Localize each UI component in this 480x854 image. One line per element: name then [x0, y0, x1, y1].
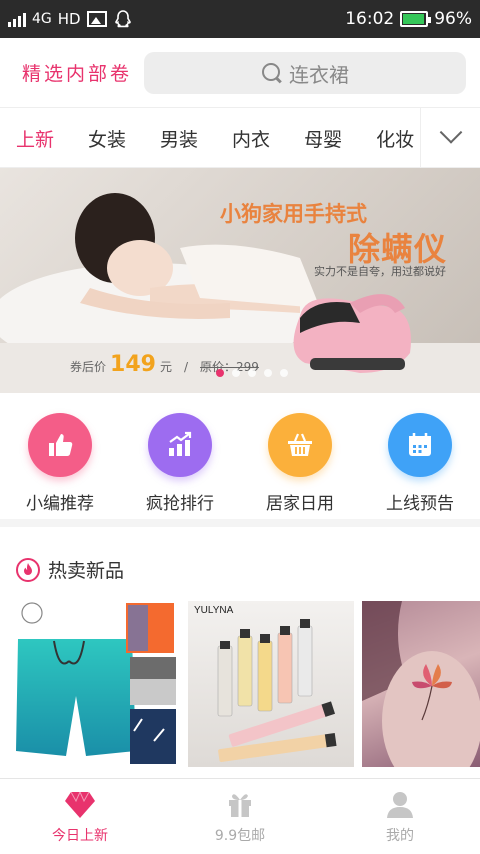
search-icon [261, 62, 283, 84]
status-bar: 4G HD 16:02 96% [0, 0, 480, 38]
quick-label: 居家日用 [266, 494, 334, 514]
carousel-indicator [216, 369, 288, 377]
quick-item-preview[interactable]: 上线预告 [360, 393, 480, 519]
thumbs-up-icon [28, 413, 92, 477]
basket-icon [268, 413, 332, 477]
carousel-dot[interactable] [264, 369, 272, 377]
network-type: 4G [32, 11, 52, 27]
quick-menu: 小编推荐 疯抢排行 居家日用 上线预告 [0, 393, 480, 527]
user-icon [387, 791, 413, 818]
product-card[interactable] [14, 601, 180, 767]
price-prefix: 券后价 [70, 360, 107, 374]
category-tabs: 上新 女装 男装 内衣 母婴 化妆 [0, 108, 480, 168]
calendar-icon [388, 413, 452, 477]
tab-0[interactable]: 上新 [13, 125, 57, 167]
qq-icon [114, 10, 131, 28]
hd-indicator: HD [57, 10, 81, 28]
bottom-nav: 今日上新 9.9包邮 我的 [0, 778, 480, 854]
flame-icon [16, 557, 40, 582]
price-separator: / [183, 360, 189, 374]
quick-label: 上线预告 [386, 494, 454, 514]
chart-up-icon [148, 413, 212, 477]
tab-2[interactable]: 男装 [160, 125, 198, 152]
signal-icon [8, 11, 26, 27]
top-header: 精选内部卷 连衣裙 [0, 38, 480, 108]
tab-1[interactable]: 女装 [88, 125, 126, 152]
heart-icon [65, 790, 95, 818]
expand-categories-button[interactable] [420, 108, 480, 167]
image-icon [86, 11, 107, 27]
clock: 16:02 [345, 9, 395, 29]
tab-4[interactable]: 母婴 [304, 125, 342, 152]
hot-section-title: 热卖新品 [48, 560, 125, 582]
carousel-dot[interactable] [232, 369, 240, 377]
quick-item-household[interactable]: 居家日用 [240, 393, 360, 519]
banner-title: 小狗家用手持式 [220, 202, 367, 226]
search-placeholder: 连衣裙 [289, 62, 349, 87]
quick-item-editor-picks[interactable]: 小编推荐 [0, 393, 120, 519]
search-bar[interactable]: 连衣裙 [144, 52, 466, 94]
product-brand-label: YULYNA [194, 605, 234, 616]
nav-label: 我的 [386, 827, 414, 844]
quick-item-ranking[interactable]: 疯抢排行 [120, 393, 240, 519]
product-image-tattoo [362, 601, 480, 767]
carousel-dot[interactable] [248, 369, 256, 377]
quick-label: 小编推荐 [26, 494, 94, 514]
banner-slogan: 实力不是自夸，用过都说好 [314, 265, 446, 278]
carousel-dot[interactable] [216, 369, 224, 377]
price-unit: 元 [159, 360, 172, 374]
nav-label: 9.9包邮 [214, 827, 266, 844]
hot-section-header: 热卖新品 [16, 556, 124, 583]
battery-percent: 96% [434, 9, 472, 29]
product-image-perfume: YULYNA [194, 605, 337, 763]
product-image-shorts [16, 602, 176, 764]
nav-label: 今日上新 [52, 827, 108, 844]
quick-label: 疯抢排行 [146, 494, 214, 514]
product-card[interactable]: YULYNA [188, 601, 354, 767]
tab-3[interactable]: 内衣 [232, 125, 270, 152]
chevron-down-icon [439, 121, 462, 144]
battery-icon [400, 11, 432, 27]
nav-free-shipping[interactable]: 9.9包邮 [160, 779, 320, 854]
brand-logo[interactable]: 精选内部卷 [0, 59, 144, 86]
product-carousel: YULYNA [14, 601, 480, 767]
product-card[interactable] [362, 601, 480, 767]
promo-banner[interactable]: 小狗家用手持式 除螨仪 实力不是自夸，用过都说好 券后价 149 元 / 原价：… [0, 168, 480, 393]
gift-icon [229, 793, 251, 817]
nav-today-new[interactable]: 今日上新 [0, 779, 160, 854]
nav-mine[interactable]: 我的 [320, 779, 480, 854]
tab-5[interactable]: 化妆 [376, 125, 414, 152]
carousel-dot[interactable] [280, 369, 288, 377]
price-value: 149 [110, 352, 156, 377]
